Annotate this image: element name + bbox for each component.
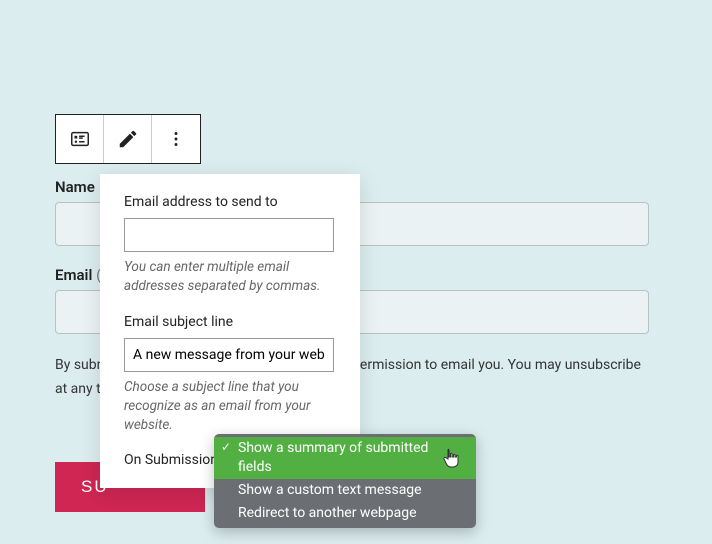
pencil-icon	[117, 128, 139, 150]
more-icon	[165, 128, 187, 150]
edit-button[interactable]	[104, 115, 152, 163]
email-to-help: You can enter multiple email addresses s…	[124, 258, 336, 296]
email-to-input[interactable]	[124, 218, 334, 252]
on-submission-dropdown: Show a summary of submitted fields Show …	[214, 434, 476, 528]
form-block-icon	[69, 128, 91, 150]
email-to-label: Email address to send to	[124, 194, 336, 210]
form-block-button[interactable]	[56, 115, 104, 163]
subject-help: Choose a subject line that you recognize…	[124, 378, 336, 435]
dropdown-option-redirect[interactable]: Redirect to another webpage	[214, 502, 476, 525]
subject-label: Email subject line	[124, 314, 336, 330]
more-options-button[interactable]	[152, 115, 200, 163]
dropdown-option-custom-text[interactable]: Show a custom text message	[214, 479, 476, 502]
subject-input[interactable]	[124, 338, 334, 372]
block-toolbar	[55, 114, 201, 164]
dropdown-option-summary[interactable]: Show a summary of submitted fields	[214, 437, 476, 479]
